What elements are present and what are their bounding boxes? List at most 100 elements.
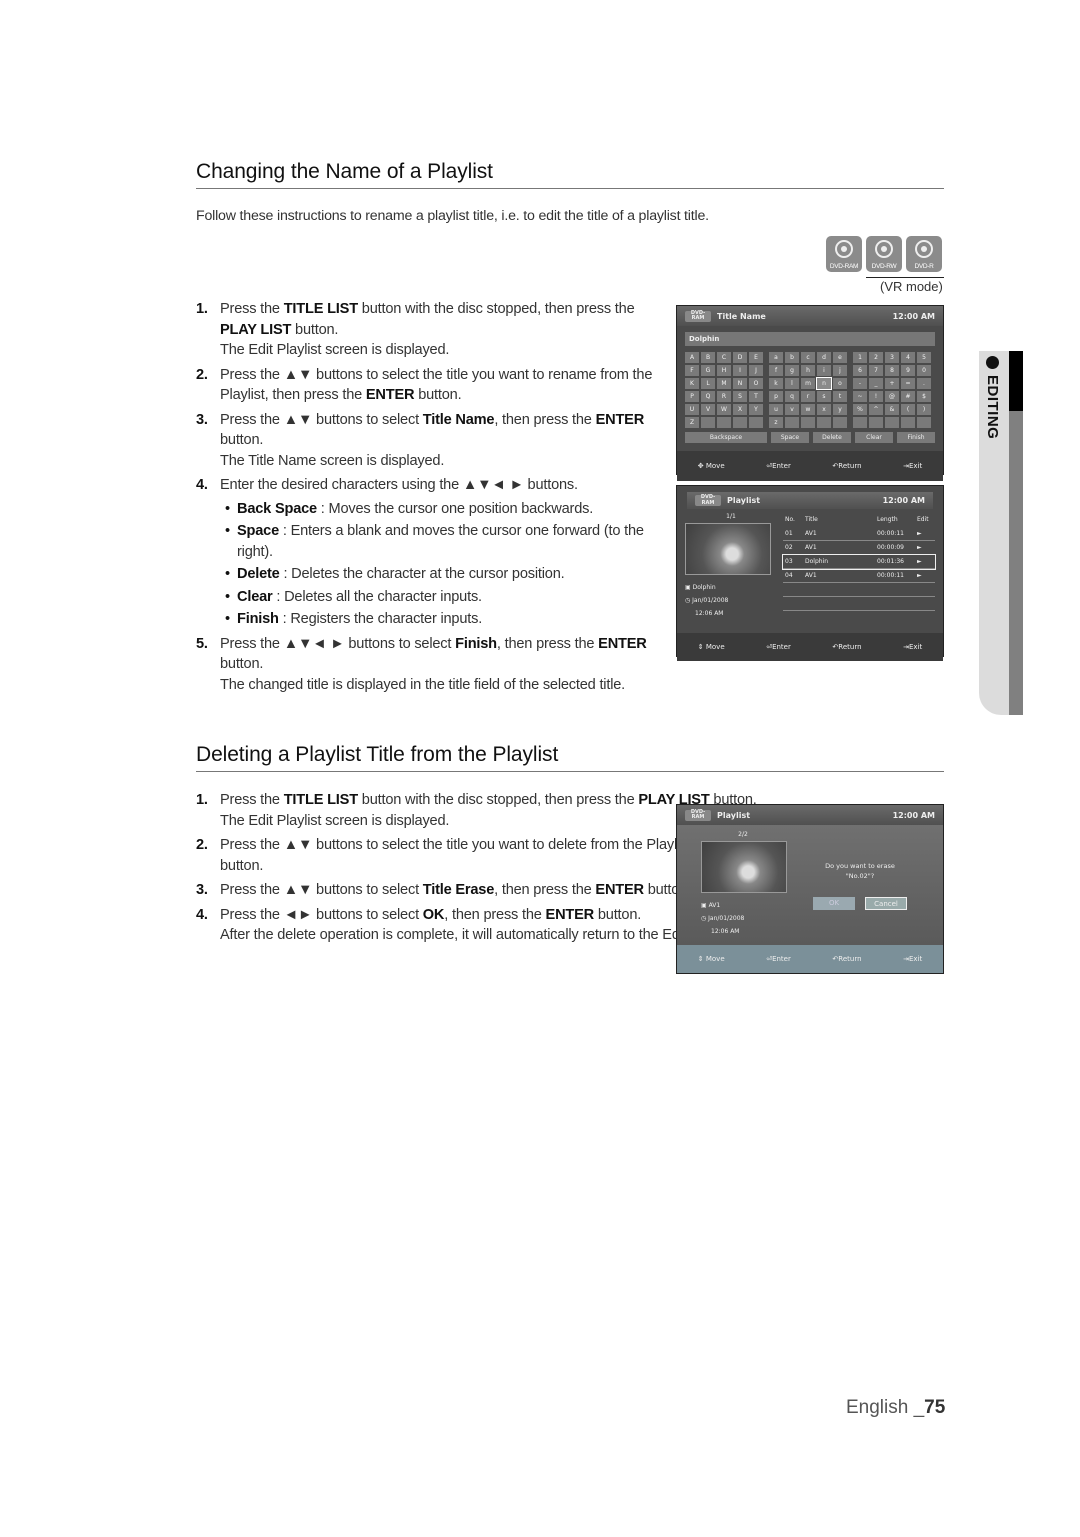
step-5: 5. Press the ▲▼◄ ► buttons to select Fini… [196,634,671,696]
table-row[interactable]: 02 AV1 00:00:09 ► [783,541,935,555]
key-^[interactable]: ^ [869,404,883,415]
key-2[interactable]: 2 [869,352,883,363]
step-1: 1. Press the TITLE LIST button with the d… [196,299,671,361]
key-([interactable]: ( [901,404,915,415]
key-5[interactable]: 5 [917,352,931,363]
key-J[interactable]: J [749,365,763,376]
key-_[interactable]: _ [869,378,883,389]
key-blank [885,417,899,428]
key-U[interactable]: U [685,404,699,415]
key-+[interactable]: + [885,378,899,389]
key-#[interactable]: # [901,391,915,402]
clear-key[interactable]: Clear [855,432,893,443]
key-W[interactable]: W [717,404,731,415]
backspace-key[interactable]: Backspace [685,432,767,443]
key-L[interactable]: L [701,378,715,389]
key-S[interactable]: S [733,391,747,402]
key-m[interactable]: m [801,378,815,389]
key-w[interactable]: w [801,404,815,415]
table-row[interactable]: 03 Dolphin 00:01:36 ► [782,554,936,570]
key-F[interactable]: F [685,365,699,376]
key-![interactable]: ! [869,391,883,402]
key-@[interactable]: @ [885,391,899,402]
delete-key[interactable]: Delete [813,432,851,443]
key-=[interactable]: = [901,378,915,389]
key-9[interactable]: 9 [901,365,915,376]
key-E[interactable]: E [749,352,763,363]
key-blank [833,417,847,428]
key-n[interactable]: n [816,377,832,390]
key-a[interactable]: a [769,352,783,363]
key-P[interactable]: P [685,391,699,402]
key-&[interactable]: & [885,404,899,415]
key-l[interactable]: l [785,378,799,389]
key-B[interactable]: B [701,352,715,363]
key-q[interactable]: q [785,391,799,402]
key-g[interactable]: g [785,365,799,376]
key-blank [853,417,867,428]
title-name-input[interactable]: Dolphin [685,332,935,346]
finish-key[interactable]: Finish [897,432,935,443]
key-Z[interactable]: Z [685,417,699,428]
title-thumbnail [701,841,787,893]
key-u[interactable]: u [769,404,783,415]
key-T[interactable]: T [749,391,763,402]
key-e[interactable]: e [833,352,847,363]
key-Y[interactable]: Y [749,404,763,415]
key-z[interactable]: z [769,417,783,428]
key-~[interactable]: ~ [853,391,867,402]
key-h[interactable]: h [801,365,815,376]
key-x[interactable]: x [817,404,831,415]
key-D[interactable]: D [733,352,747,363]
ok-button[interactable]: OK [813,897,855,910]
key-A[interactable]: A [685,352,699,363]
key-o[interactable]: o [833,378,847,389]
key-j[interactable]: j [833,365,847,376]
key-8[interactable]: 8 [885,365,899,376]
key-p[interactable]: p [769,391,783,402]
cancel-button[interactable]: Cancel [865,897,907,910]
table-row[interactable]: 01 AV1 00:00:11 ► [783,527,935,541]
space-key[interactable]: Space [771,432,809,443]
key-b[interactable]: b [785,352,799,363]
enter-hint: ⏎Enter [766,643,791,651]
key-.[interactable]: . [917,378,931,389]
key-M[interactable]: M [717,378,731,389]
key-V[interactable]: V [701,404,715,415]
key-N[interactable]: N [733,378,747,389]
key-)[interactable]: ) [917,404,931,415]
key-i[interactable]: i [817,365,831,376]
key-O[interactable]: O [749,378,763,389]
key-X[interactable]: X [733,404,747,415]
key-3[interactable]: 3 [885,352,899,363]
key-Q[interactable]: Q [701,391,715,402]
key-v[interactable]: v [785,404,799,415]
key-k[interactable]: k [769,378,783,389]
key-G[interactable]: G [701,365,715,376]
key-0[interactable]: 0 [917,365,931,376]
key-1[interactable]: 1 [853,352,867,363]
chapter-side-tab: EDITING [979,351,1023,715]
key-$[interactable]: $ [917,391,931,402]
key-r[interactable]: r [801,391,815,402]
key-4[interactable]: 4 [901,352,915,363]
screen-title: Title Name [717,311,766,321]
key-y[interactable]: y [833,404,847,415]
key-6[interactable]: 6 [853,365,867,376]
table-row[interactable]: 04 AV1 00:00:11 ► [783,569,935,583]
exit-hint: ⇥Exit [903,955,923,963]
key-t[interactable]: t [833,391,847,402]
key-c[interactable]: c [801,352,815,363]
key-I[interactable]: I [733,365,747,376]
key-%[interactable]: % [853,404,867,415]
key-K[interactable]: K [685,378,699,389]
step-note: The Edit Playlist screen is displayed. [220,342,450,358]
key-d[interactable]: d [817,352,831,363]
key-s[interactable]: s [817,391,831,402]
key-C[interactable]: C [717,352,731,363]
key-f[interactable]: f [769,365,783,376]
key-R[interactable]: R [717,391,731,402]
key-7[interactable]: 7 [869,365,883,376]
key-H[interactable]: H [717,365,731,376]
key--[interactable]: - [853,378,867,389]
